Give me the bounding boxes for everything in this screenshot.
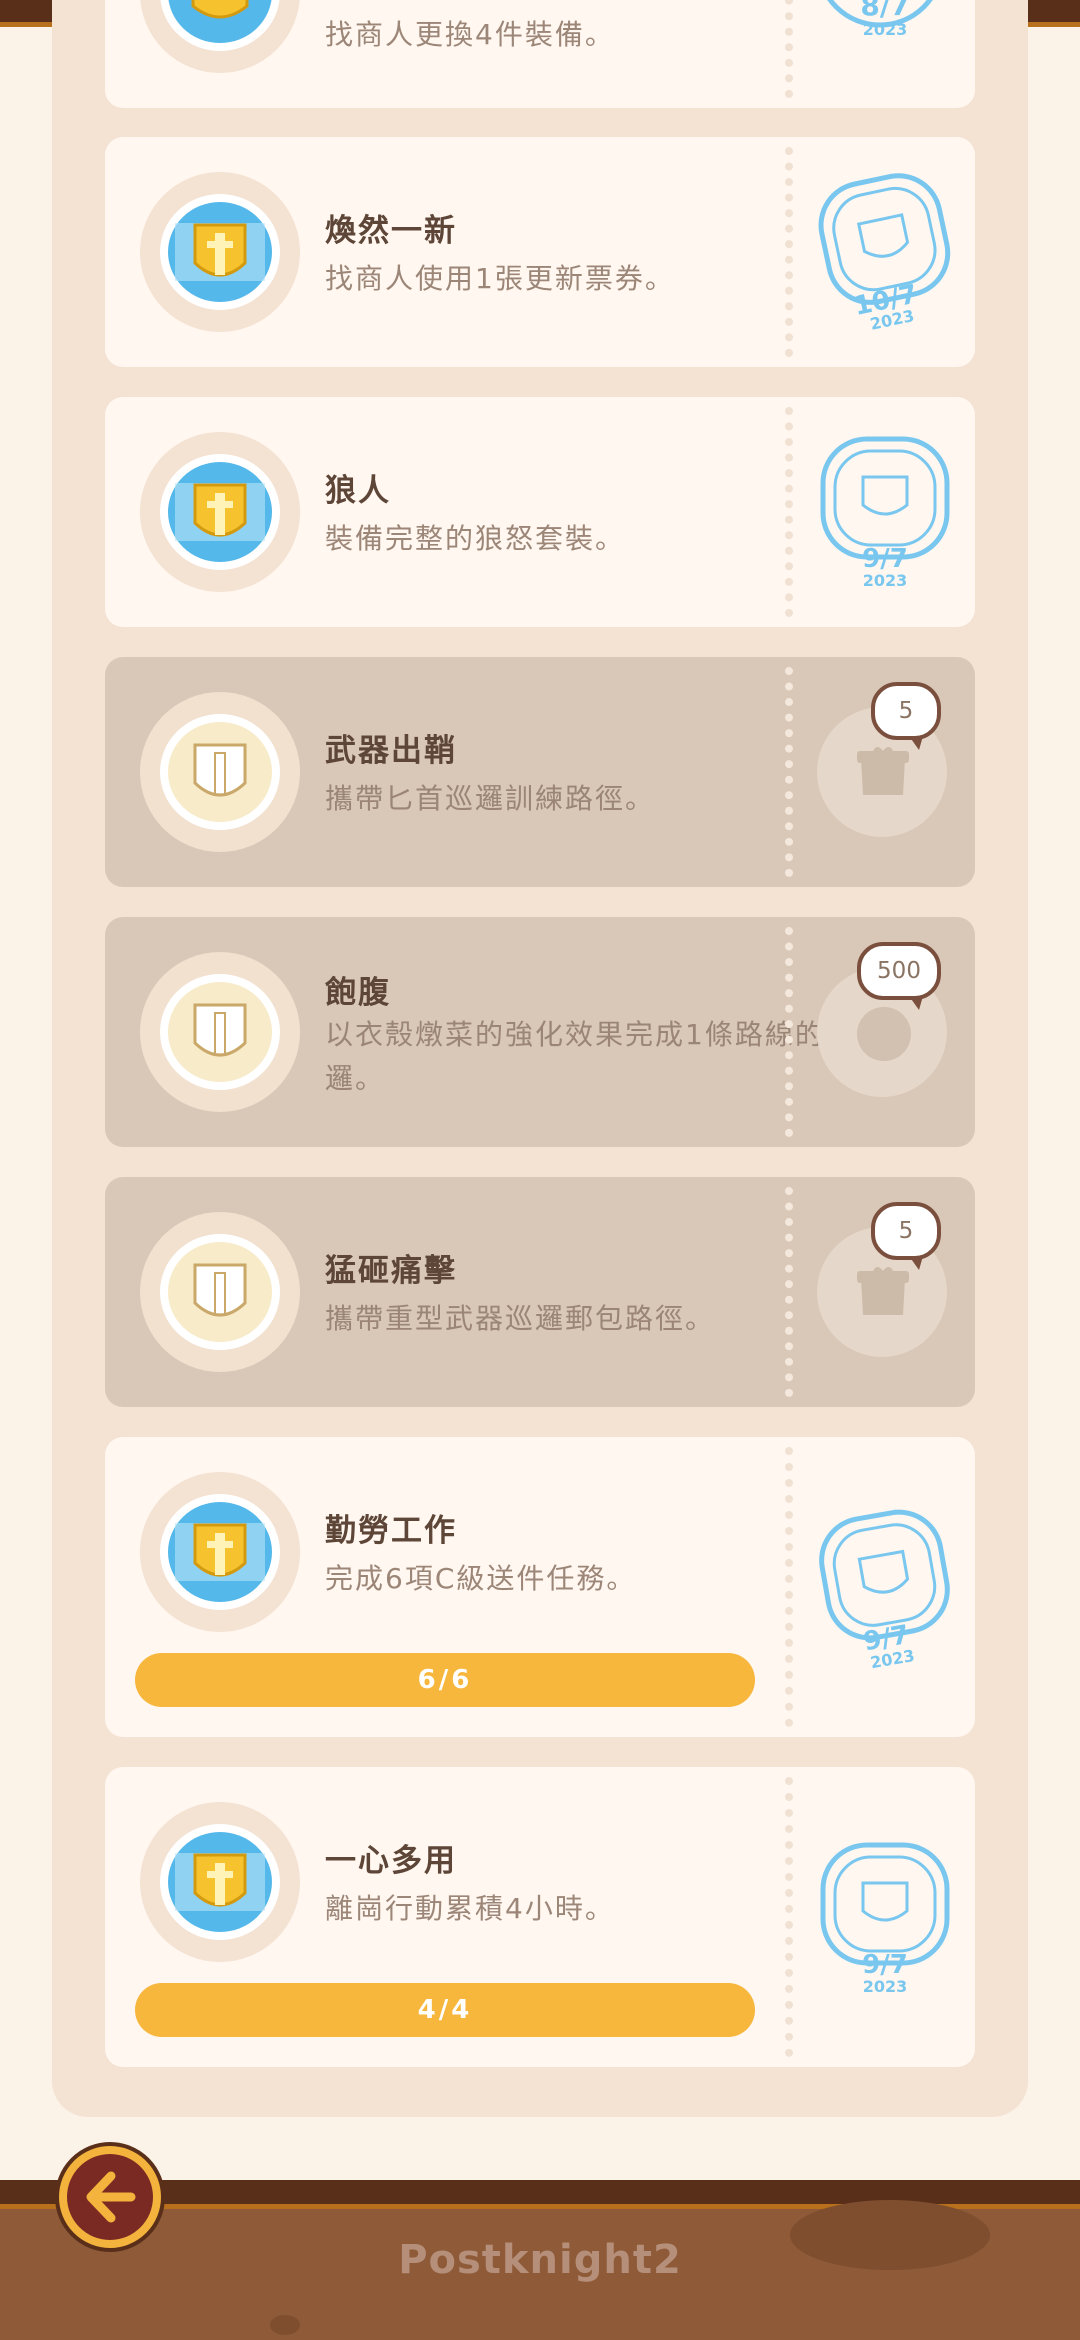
achievement-description: 攜帶重型武器巡邏郵包路徑。 (325, 1302, 716, 1335)
achievement-card-locked[interactable]: 猛砸痛擊 攜帶重型武器巡邏郵包路徑。 5 (105, 1177, 975, 1407)
achievement-description: 找商人更換4件裝備。 (325, 18, 615, 51)
achievement-description: 以衣殼燉菜的強化效果完成1條路線的巡邏。 (325, 1018, 855, 1095)
achievement-title: 猛砸痛擊 (325, 1253, 457, 1289)
achievement-title: 煥然一新 (325, 213, 457, 249)
achievement-description: 裝備完整的狼怒套裝。 (325, 522, 626, 555)
achievement-badge-icon (140, 432, 300, 592)
achievement-description: 離崗行動累積4小時。 (325, 1892, 615, 1925)
completion-stamp-icon: 8/7 2023 (827, 0, 933, 39)
achievement-badge-icon (140, 0, 300, 73)
achievement-title: 武器出鞘 (325, 733, 457, 769)
svg-text:2023: 2023 (863, 20, 908, 39)
completion-stamp-icon: 10/7 2023 (818, 173, 951, 334)
completion-stamp-icon: 9/7 2023 (820, 1842, 950, 1996)
achievement-badge-icon (140, 172, 300, 332)
achievement-card-locked[interactable]: 武器出鞘 攜帶匕首巡邏訓練路徑。 5 (105, 657, 975, 887)
achievement-badge-locked-icon (140, 692, 300, 852)
coin-icon (857, 1007, 911, 1061)
achievement-badge-locked-icon (140, 952, 300, 1112)
achievement-title: 飽腹 (325, 975, 391, 1011)
achievement-card-locked[interactable]: 飽腹 以衣殼燉菜的強化效果完成1條路線的巡邏。 500 (105, 917, 975, 1147)
progress-bar: 4/4 (135, 1983, 755, 2037)
completion-stamp-icon: 9/7 2023 (819, 1509, 950, 1672)
reward-count-bubble: 5 (871, 1202, 941, 1270)
game-logo: Postknight2 (398, 2237, 682, 2283)
reward-count-bubble: 5 (871, 682, 941, 750)
svg-text:9/7: 9/7 (862, 1950, 908, 1980)
achievement-title: 狼人 (325, 473, 391, 509)
achievement-card[interactable]: 找商人更換4件裝備。 8/7 2023 (105, 0, 975, 108)
achievement-badge-icon (140, 1802, 300, 1962)
achievement-description: 完成6項C級送件任務。 (325, 1562, 637, 1595)
achievement-card[interactable]: 一心多用 離崗行動累積4小時。 4/4 9/7 2023 (105, 1767, 975, 2067)
achievement-title: 一心多用 (325, 1843, 457, 1879)
completion-stamp-icon: 9/7 2023 (820, 436, 950, 590)
svg-text:8/7: 8/7 (860, 0, 909, 22)
achievement-card[interactable]: 狼人 裝備完整的狼怒套裝。 9/7 2023 (105, 397, 975, 627)
achievement-badge-icon (140, 1472, 300, 1632)
back-button[interactable] (55, 2142, 165, 2252)
svg-text:2023: 2023 (863, 1977, 908, 1996)
achievement-description: 攜帶匕首巡邏訓練路徑。 (325, 782, 656, 815)
reward-count-bubble: 500 (857, 942, 941, 1010)
progress-bar: 6/6 (135, 1653, 755, 1707)
achievement-card[interactable]: 煥然一新 找商人使用1張更新票券。 10/7 2023 (105, 137, 975, 367)
achievement-badge-locked-icon (140, 1212, 300, 1372)
achievement-description: 找商人使用1張更新票券。 (325, 262, 675, 295)
svg-text:9/7: 9/7 (862, 544, 908, 574)
achievement-card[interactable]: 勤勞工作 完成6項C級送件任務。 6/6 9/7 2023 (105, 1437, 975, 1737)
back-arrow-icon (86, 2171, 136, 2223)
achievement-title: 勤勞工作 (325, 1513, 457, 1549)
svg-text:2023: 2023 (863, 571, 908, 590)
